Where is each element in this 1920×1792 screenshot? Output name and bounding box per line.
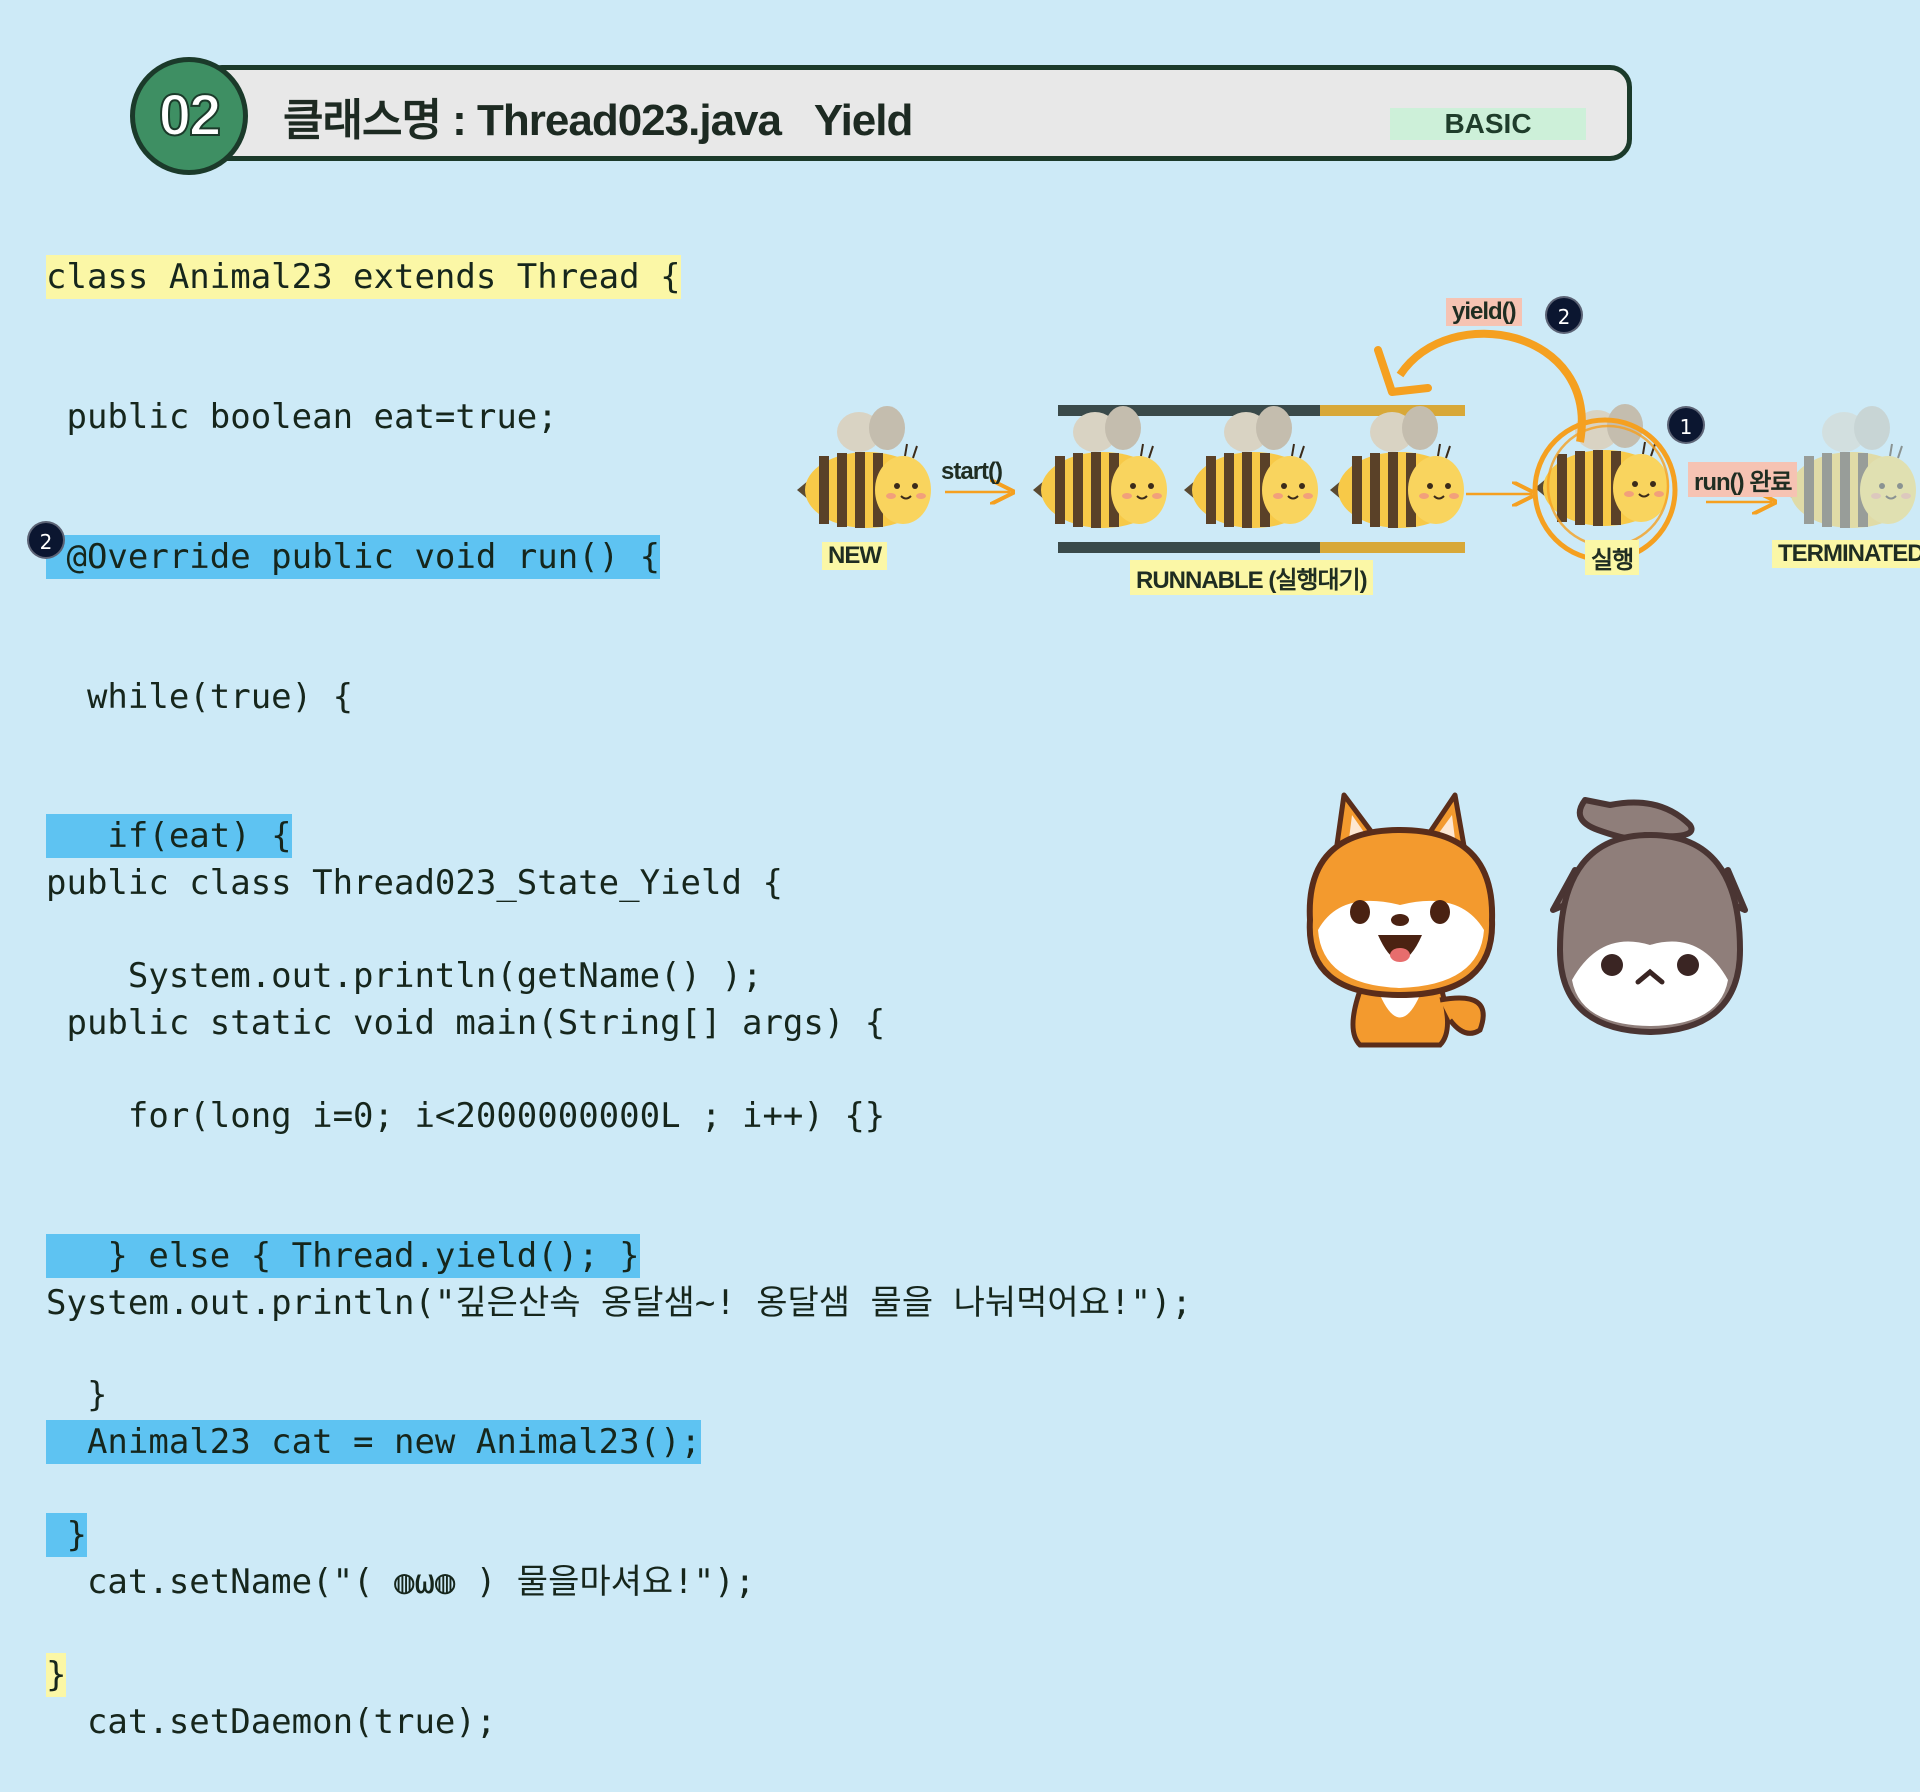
run-complete-label: run() 완료 [1688, 462, 1798, 497]
state-label-terminated: TERMINATED [1772, 540, 1920, 568]
code-line: System.out.println("깊은산속 옹달샘~! 옹달샘 물을 나눠… [46, 1282, 1192, 1323]
bee-runnable-3-icon [1329, 405, 1465, 529]
code-line: Animal23 cat = new Animal23(); [46, 1420, 702, 1465]
bee-runnable-2-icon [1183, 405, 1319, 529]
step-marker-yield: 2 [1545, 296, 1583, 334]
state-label-running: 실행 [1585, 540, 1640, 575]
queue-bar-bottom [1058, 542, 1320, 553]
queue-bar-bottom-accent [1320, 542, 1465, 553]
state-label-new: NEW [822, 542, 887, 570]
bee-new-icon [796, 405, 932, 529]
code-line: cat.setDaemon(true); [46, 1701, 497, 1742]
yield-label: yield() [1446, 298, 1522, 326]
code-line: cat.setName("( ◍ω◍ ) 물을마셔요!"); [46, 1562, 756, 1603]
start-label: start() [941, 458, 1003, 485]
bee-terminated-icon [1781, 405, 1917, 529]
state-label-runnable: RUNNABLE (실행대기) [1130, 560, 1373, 595]
step-marker-run: 1 [1667, 406, 1705, 444]
bee-runnable-1-icon [1032, 405, 1168, 529]
